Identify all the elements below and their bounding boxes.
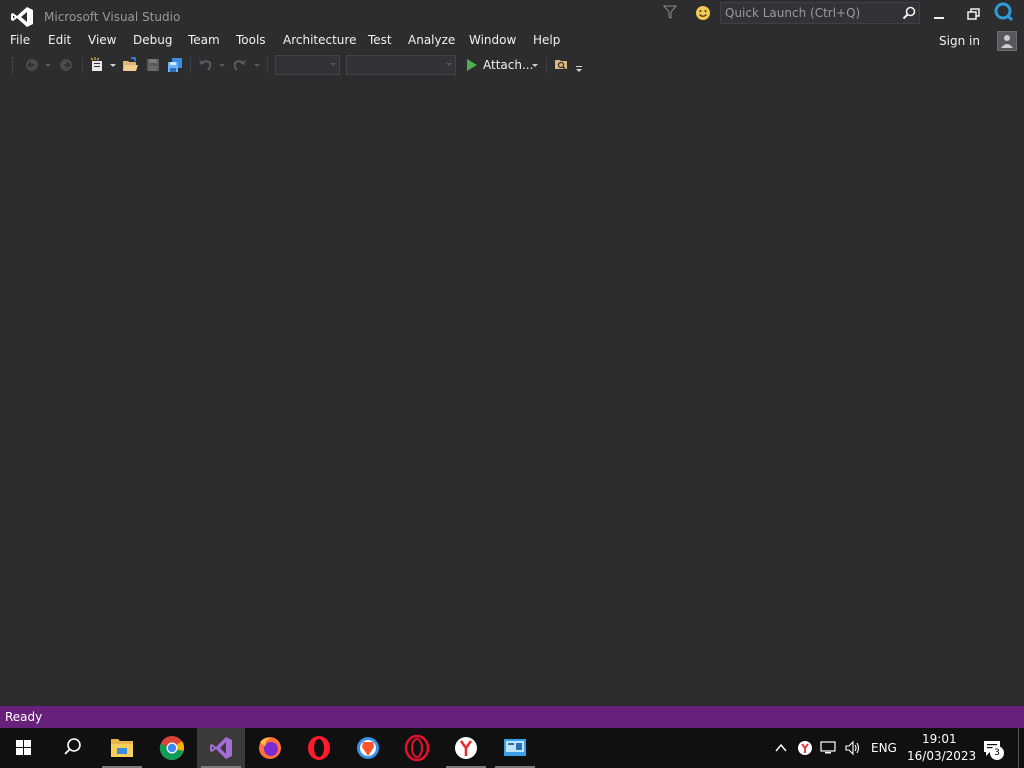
solution-platforms-combo[interactable] (346, 55, 456, 75)
menu-edit[interactable]: Edit (48, 33, 71, 47)
menu-debug[interactable]: Debug (133, 33, 172, 47)
start-icon[interactable] (464, 57, 480, 73)
toolbar-separator (546, 57, 547, 73)
find-in-files-icon[interactable] (554, 57, 570, 73)
redo-icon[interactable] (232, 57, 248, 73)
solution-configurations-combo[interactable] (275, 55, 340, 75)
clock-date[interactable]: 16/03/2023 (907, 749, 976, 763)
taskbar-yandex[interactable] (442, 728, 490, 768)
attach-button[interactable]: Attach... (483, 58, 533, 72)
brave-icon (357, 737, 379, 759)
redo-dropdown-icon[interactable] (253, 57, 261, 73)
restore-icon[interactable] (962, 4, 984, 24)
undo-icon[interactable] (197, 57, 213, 73)
windows-taskbar: ENG 19:01 16/03/2023 (0, 728, 1024, 768)
toolbar-separator (190, 57, 191, 73)
open-file-icon[interactable] (122, 57, 138, 73)
new-project-icon[interactable] (89, 57, 105, 73)
visual-studio-window: Microsoft Visual Studio Quick Launch (Ct… (0, 0, 1024, 768)
visual-studio-icon (210, 737, 232, 759)
volume-icon[interactable] (844, 740, 862, 756)
back-dropdown-icon[interactable] (44, 57, 52, 73)
file-explorer-icon (111, 739, 133, 757)
clock-time[interactable]: 19:01 (922, 732, 957, 746)
status-bar: Ready (0, 706, 1024, 728)
title-bar: Microsoft Visual Studio (0, 0, 1024, 30)
menu-team[interactable]: Team (188, 33, 220, 47)
menu-tools[interactable]: Tools (236, 33, 266, 47)
opera-icon (308, 736, 330, 760)
taskbar-file-explorer[interactable] (98, 728, 146, 768)
taskbar-remote-desktop[interactable] (491, 728, 539, 768)
menu-file[interactable]: File (10, 33, 30, 47)
toolbar-grip[interactable] (12, 57, 16, 73)
yandex-icon (455, 737, 477, 759)
network-icon[interactable] (820, 740, 838, 756)
notification-count-badge: 3 (990, 746, 1004, 760)
visual-studio-logo-icon (11, 7, 33, 27)
remote-desktop-icon (504, 739, 526, 756)
taskbar-opera-gx[interactable] (393, 728, 441, 768)
menu-bar: File Edit View Debug Team Tools Architec… (0, 30, 1024, 52)
taskbar-firefox[interactable] (246, 728, 294, 768)
taskbar-search-button[interactable] (48, 728, 96, 768)
search-icon (64, 738, 81, 755)
overlay-app-icon[interactable] (990, 0, 1020, 26)
yandex-tray-icon[interactable] (797, 740, 813, 756)
show-desktop-button[interactable] (1018, 728, 1024, 768)
menu-help[interactable]: Help (533, 33, 560, 47)
status-text: Ready (5, 710, 43, 724)
firefox-icon (259, 737, 281, 759)
quick-launch-box[interactable] (720, 2, 920, 24)
chrome-icon (159, 736, 184, 761)
taskbar-visual-studio[interactable] (197, 728, 245, 768)
toolbar-separator (82, 57, 83, 73)
undo-dropdown-icon[interactable] (218, 57, 226, 73)
attach-dropdown-icon[interactable] (531, 57, 539, 73)
standard-toolbar: Attach... (0, 53, 1024, 77)
navigate-back-icon[interactable] (24, 57, 40, 73)
sign-in-link[interactable]: Sign in (939, 34, 980, 48)
windows-logo-icon (16, 740, 31, 755)
save-all-icon[interactable] (167, 57, 183, 73)
feedback-smiley-icon[interactable] (695, 5, 711, 21)
save-icon[interactable] (145, 57, 161, 73)
document-workspace (0, 78, 1024, 706)
menu-view[interactable]: View (88, 33, 116, 47)
account-icon[interactable] (997, 31, 1017, 51)
notifications-filter-icon[interactable] (663, 5, 677, 19)
minimize-icon[interactable] (928, 4, 950, 24)
toolbar-separator (267, 57, 268, 73)
taskbar-chrome[interactable] (148, 728, 196, 768)
menu-architecture[interactable]: Architecture (283, 33, 356, 47)
opera-gx-icon (404, 734, 430, 762)
menu-analyze[interactable]: Analyze (408, 33, 455, 47)
taskbar-brave[interactable] (344, 728, 392, 768)
quick-launch-input[interactable] (721, 3, 899, 23)
toolbar-overflow-icon[interactable] (574, 57, 584, 73)
menu-window[interactable]: Window (469, 33, 516, 47)
person-icon (1001, 35, 1013, 48)
new-dropdown-icon[interactable] (109, 57, 117, 73)
chevron-down-icon (446, 63, 452, 66)
show-hidden-icons-icon[interactable] (773, 740, 789, 756)
chevron-down-icon (330, 63, 336, 66)
input-language[interactable]: ENG (871, 741, 897, 755)
search-icon[interactable] (902, 6, 916, 20)
start-button[interactable] (0, 728, 48, 768)
window-title: Microsoft Visual Studio (44, 10, 181, 24)
menu-test[interactable]: Test (368, 33, 392, 47)
navigate-forward-icon[interactable] (58, 57, 74, 73)
taskbar-opera[interactable] (295, 728, 343, 768)
